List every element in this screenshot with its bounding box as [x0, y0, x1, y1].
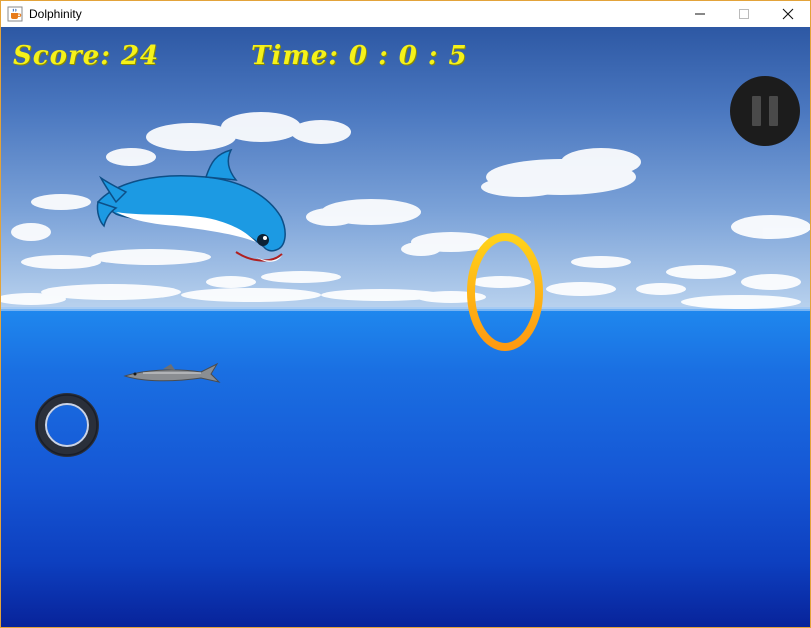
java-cup-icon — [7, 6, 23, 22]
pause-icon — [752, 96, 761, 126]
window-title: Dolphinity — [29, 7, 82, 21]
dolphin-sprite — [96, 148, 286, 262]
score-label: Score: 24 — [13, 41, 160, 71]
sea-background — [1, 309, 810, 627]
minimize-button[interactable] — [678, 1, 722, 27]
minimize-icon — [695, 13, 705, 15]
game-window: Dolphinity Score: 24 Time: 0: 0: 5 — [0, 0, 811, 628]
title-bar[interactable]: Dolphinity — [1, 1, 810, 27]
maximize-icon — [739, 9, 749, 19]
maximize-button — [722, 1, 766, 27]
time-label: Time: 0 : 0 : 5 — [251, 41, 468, 71]
fish-sprite — [123, 362, 221, 383]
close-button[interactable] — [766, 1, 810, 27]
life-ring-icon[interactable] — [35, 393, 99, 457]
pause-icon-bar — [769, 96, 778, 126]
hoop-ring — [467, 233, 543, 351]
game-canvas[interactable]: Score: 24 Time: 0 : 0 : 5 — [1, 27, 810, 627]
pause-button[interactable] — [730, 76, 800, 146]
close-icon — [782, 8, 794, 20]
